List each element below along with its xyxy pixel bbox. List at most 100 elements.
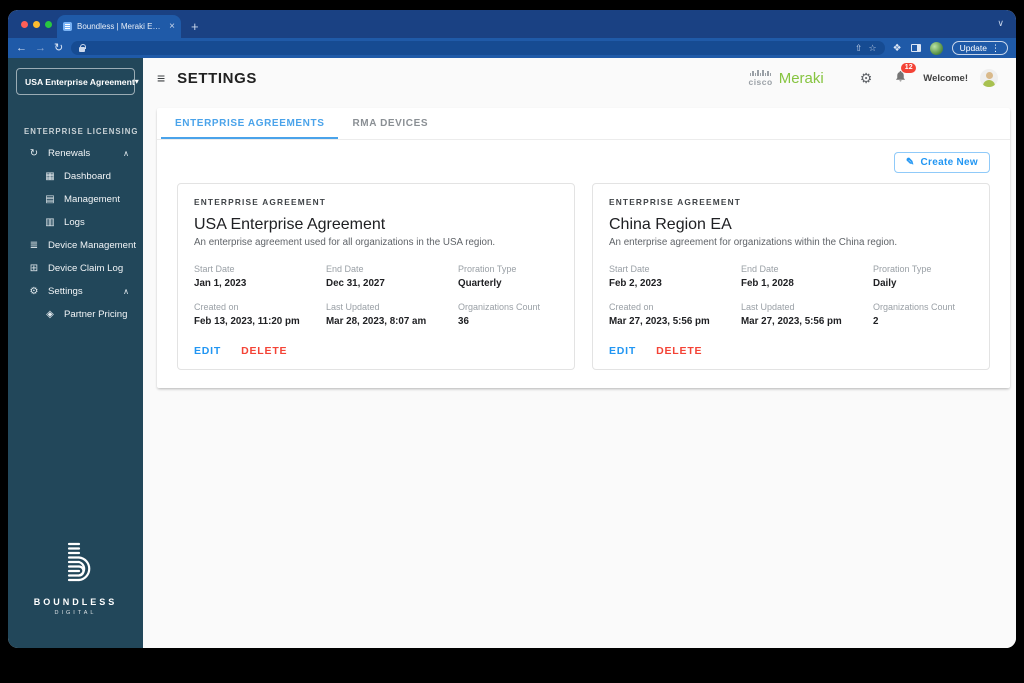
side-panel-icon[interactable] <box>910 44 921 52</box>
boundless-logo-subtitle: DIGITAL <box>54 610 97 616</box>
browser-tabbar: Boundless | Meraki Enterprise × + ∨ <box>8 10 1016 38</box>
browser-window: Boundless | Meraki Enterprise × + ∨ ← → … <box>8 10 1016 648</box>
chevron-down-icon: ▾ <box>134 77 139 86</box>
browser-toolbar: ← → ↻ ⇧ ☆ ❖ Update ⋮ <box>8 38 1016 58</box>
tab-rma-devices[interactable]: RMA DEVICES <box>338 108 442 139</box>
share-icon[interactable]: ⇧ <box>855 43 863 54</box>
tab-close-icon[interactable]: × <box>169 21 175 32</box>
card-fields: Start Date Jan 1, 2023 End Date Dec 31, … <box>194 264 558 327</box>
address-bar[interactable]: ⇧ ☆ <box>71 41 885 55</box>
menu-hamburger-icon[interactable]: ≡ <box>157 70 165 86</box>
price-tag-icon: ◈ <box>46 309 54 320</box>
field-last-updated: Last Updated Mar 28, 2023, 8:07 am <box>326 302 427 327</box>
boundless-logo-title: BOUNDLESS <box>33 597 118 607</box>
content-area: ENTERPRISE AGREEMENTS RMA DEVICES ✎ Crea… <box>143 98 1016 648</box>
card-actions: EDIT DELETE <box>194 345 558 357</box>
browser-menu-icon[interactable]: ⋮ <box>991 43 1000 54</box>
boundless-logo-icon <box>67 542 90 582</box>
main-area: ≡ SETTINGS cisco Meraki ⚙ 12 Welcome! EN… <box>143 58 1016 648</box>
sidebar-item-label: Renewals <box>48 148 91 159</box>
sidebar-item-logs[interactable]: ▥ Logs <box>8 211 143 234</box>
lock-icon[interactable] <box>79 43 87 52</box>
field-last-updated: Last Updated Mar 27, 2023, 5:56 pm <box>741 302 842 327</box>
organization-selector-value: USA Enterprise Agreement <box>25 76 135 87</box>
sidebar-item-label: Settings <box>48 286 83 297</box>
card-description: An enterprise agreement for organization… <box>609 237 898 248</box>
field-proration-type: Proration Type Daily <box>873 264 932 289</box>
field-start-date: Start Date Jan 1, 2023 <box>194 264 247 289</box>
card-fields: Start Date Feb 2, 2023 End Date Feb 1, 2… <box>609 264 973 327</box>
renewals-icon: ↻ <box>29 148 39 159</box>
edit-button[interactable]: EDIT <box>609 345 636 357</box>
delete-button[interactable]: DELETE <box>656 345 702 357</box>
tabstrip: ENTERPRISE AGREEMENTS RMA DEVICES <box>157 108 1010 140</box>
browser-tab[interactable]: Boundless | Meraki Enterprise × <box>57 15 181 38</box>
notifications-button[interactable]: 12 <box>894 62 917 88</box>
chevron-up-icon: ∧ <box>123 287 129 296</box>
actions-row: ✎ Create New <box>177 152 990 173</box>
field-end-date: End Date Feb 1, 2028 <box>741 264 794 289</box>
reload-icon[interactable]: ↻ <box>54 42 63 54</box>
field-created-on: Created on Feb 13, 2023, 11:20 pm <box>194 302 300 327</box>
card-actions: EDIT DELETE <box>609 345 973 357</box>
minimize-window-button[interactable] <box>33 21 40 28</box>
sidebar-item-label: Management <box>64 194 120 205</box>
dashboard-icon: ▦ <box>45 171 55 182</box>
field-organizations-count: Organizations Count 36 <box>458 302 541 327</box>
edit-button[interactable]: EDIT <box>194 345 221 357</box>
sidebar: USA Enterprise Agreement ▾ ENTERPRISE LI… <box>8 58 143 648</box>
sidebar-item-dashboard[interactable]: ▦ Dashboard <box>8 165 143 188</box>
sidebar-item-device-claim-log[interactable]: ⊞ Device Claim Log <box>8 257 143 280</box>
management-icon: ▤ <box>45 194 55 205</box>
create-new-label: Create New <box>920 157 978 168</box>
device-management-icon: ≣ <box>29 240 39 251</box>
cisco-bars-icon <box>749 69 772 76</box>
card-overline: ENTERPRISE AGREEMENT <box>194 197 327 207</box>
cisco-wordmark: cisco <box>748 76 773 87</box>
traffic-lights <box>21 21 52 28</box>
notification-badge: 12 <box>901 62 917 73</box>
sidebar-item-label: Partner Pricing <box>64 309 128 320</box>
card-overline: ENTERPRISE AGREEMENT <box>609 197 742 207</box>
tab-enterprise-agreements[interactable]: ENTERPRISE AGREEMENTS <box>161 108 339 139</box>
field-start-date: Start Date Feb 2, 2023 <box>609 264 662 289</box>
field-end-date: End Date Dec 31, 2027 <box>326 264 385 289</box>
sidebar-item-label: Logs <box>64 217 85 228</box>
close-window-button[interactable] <box>21 21 28 28</box>
app-header: ≡ SETTINGS cisco Meraki ⚙ 12 Welcome! <box>143 58 1016 98</box>
favicon-icon <box>63 22 72 31</box>
sidebar-item-device-management[interactable]: ≣ Device Management <box>8 234 143 257</box>
welcome-label: Welcome! <box>923 72 968 84</box>
browser-profile-avatar[interactable] <box>929 41 943 55</box>
bookmark-star-icon[interactable]: ☆ <box>869 43 877 54</box>
field-organizations-count: Organizations Count 2 <box>873 302 956 327</box>
organization-selector[interactable]: USA Enterprise Agreement ▾ <box>16 68 139 95</box>
settings-panel: ENTERPRISE AGREEMENTS RMA DEVICES ✎ Crea… <box>157 108 1010 388</box>
card-description: An enterprise agreement used for all org… <box>194 237 496 248</box>
page-title: SETTINGS <box>177 69 257 87</box>
sidebar-item-partner-pricing[interactable]: ◈ Partner Pricing <box>8 303 143 326</box>
sidebar-item-settings[interactable]: ⚙ Settings ∧ <box>8 280 143 303</box>
zoom-window-button[interactable] <box>45 21 52 28</box>
delete-button[interactable]: DELETE <box>241 345 287 357</box>
back-icon[interactable]: ← <box>16 42 27 54</box>
forward-icon[interactable]: → <box>35 42 46 54</box>
extensions-icon[interactable]: ❖ <box>893 43 902 54</box>
user-avatar[interactable] <box>980 69 998 87</box>
sidebar-item-renewals[interactable]: ↻ Renewals ∧ <box>8 142 143 165</box>
browser-actions: ❖ Update ⋮ <box>893 41 1008 55</box>
sidebar-item-management[interactable]: ▤ Management <box>8 188 143 211</box>
tab-search-chevron-icon[interactable]: ∨ <box>997 18 1004 29</box>
update-button[interactable]: Update ⋮ <box>951 41 1008 55</box>
agreement-cards: ENTERPRISE AGREEMENT USA Enterprise Agre… <box>177 183 990 370</box>
new-tab-button[interactable]: + <box>191 19 199 34</box>
agreement-card-china: ENTERPRISE AGREEMENT China Region EA An … <box>592 183 990 370</box>
gear-icon[interactable]: ⚙ <box>860 70 873 87</box>
sidebar-item-label: Device Claim Log <box>48 263 124 274</box>
app-root: USA Enterprise Agreement ▾ ENTERPRISE LI… <box>8 58 1016 648</box>
panel-body: ✎ Create New ENTERPRISE AGREEMENT USA En… <box>157 140 1010 388</box>
create-new-button[interactable]: ✎ Create New <box>893 152 990 173</box>
logs-icon: ▥ <box>45 217 55 228</box>
sidebar-item-label: Dashboard <box>64 171 111 182</box>
agreement-card-usa: ENTERPRISE AGREEMENT USA Enterprise Agre… <box>177 183 575 370</box>
